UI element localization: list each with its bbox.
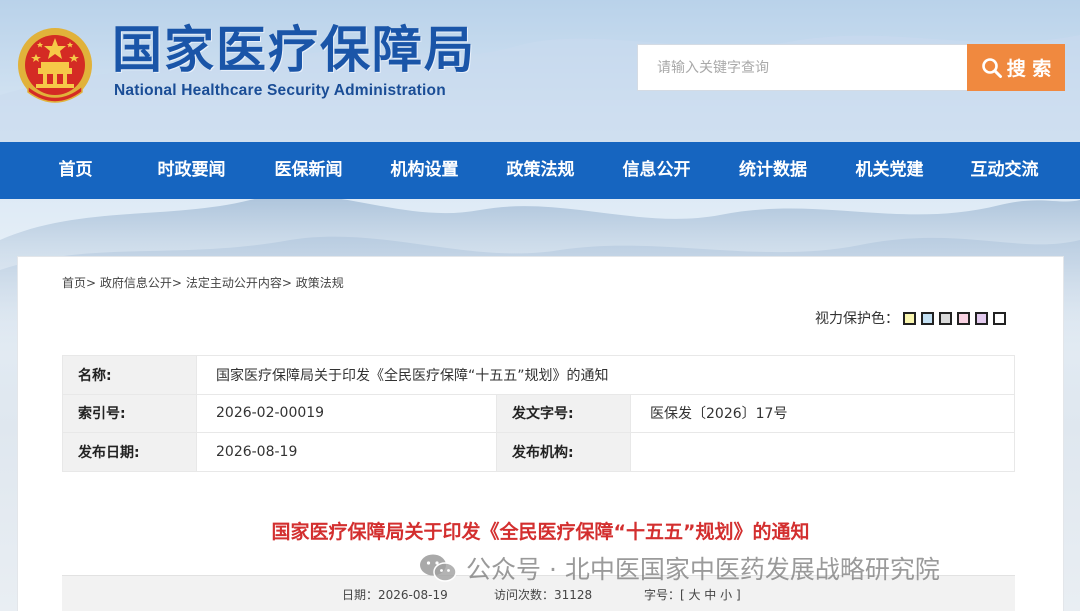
nav-item-info-disclosure[interactable]: 信息公开 (617, 142, 696, 199)
color-swatches (903, 311, 1006, 325)
info-date: 日期：2026-08-19 (342, 588, 448, 602)
watermark: 公众号 · 北中医国家中医药发展战略研究院 (418, 550, 940, 586)
breadcrumb-item[interactable]: 政策法规 (296, 276, 344, 290)
content-panel: 首页> 政府信息公开> 法定主动公开内容> 政策法规 视力保护色： 名称: 国家… (17, 256, 1064, 611)
breadcrumb-item[interactable]: 首页 (62, 276, 86, 290)
search-button[interactable]: 搜 索 (967, 44, 1065, 91)
nav-item-interaction[interactable]: 互动交流 (929, 142, 1080, 199)
document-meta-table: 名称: 国家医疗保障局关于印发《全民医疗保障“十五五”规划》的通知 索引号: 2… (62, 355, 1015, 472)
nav-item-party-building[interactable]: 机关党建 (850, 142, 929, 199)
nav-item-organization[interactable]: 机构设置 (385, 142, 464, 199)
name-value: 国家医疗保障局关于印发《全民医疗保障“十五五”规划》的通知 (196, 355, 1015, 395)
date-value: 2026-08-19 (196, 432, 497, 472)
table-row: 发布日期: 2026-08-19 发布机构: (62, 432, 1015, 472)
info-visits: 访问次数：31128 (494, 588, 593, 602)
org-label: 发布机构: (496, 432, 631, 472)
swatch-gray[interactable] (939, 311, 952, 325)
nav-item-statistics[interactable]: 统计数据 (696, 142, 850, 199)
nav-item-current-affairs[interactable]: 时政要闻 (151, 142, 232, 199)
breadcrumb-separator: > (171, 276, 182, 290)
docno-value: 医保发〔2026〕17号 (630, 393, 1015, 433)
table-row: 名称: 国家医疗保障局关于印发《全民医疗保障“十五五”规划》的通知 (62, 355, 1015, 395)
search-button-label: 搜 索 (1006, 58, 1052, 80)
vision-protection-label: 视力保护色： (815, 311, 899, 327)
national-emblem-icon[interactable] (16, 24, 94, 106)
document-title: 国家医疗保障局关于印发《全民医疗保障“十五五”规划》的通知 (271, 521, 810, 543)
breadcrumb-separator: > (281, 276, 292, 290)
site-title[interactable]: 国家医疗保障局 (112, 20, 476, 80)
docno-label: 发文字号: (496, 393, 631, 433)
watermark-text: 公众号 · 北中医国家中医药发展战略研究院 (466, 555, 940, 584)
swatch-blue[interactable] (921, 311, 934, 325)
nav-item-home[interactable]: 首页 (0, 142, 151, 199)
index-value: 2026-02-00019 (196, 393, 497, 433)
site-header: 国家医疗保障局 National Healthcare Security Adm… (0, 0, 1080, 142)
breadcrumb-separator: > (86, 276, 97, 290)
nav-item-healthcare-news[interactable]: 医保新闻 (232, 142, 385, 199)
main-nav: 首页 时政要闻 医保新闻 机构设置 政策法规 信息公开 统计数据 机关党建 互动… (0, 142, 1080, 199)
vision-protection: 视力保护色： (815, 308, 1006, 328)
wechat-icon (420, 554, 457, 582)
search-input[interactable] (637, 44, 967, 91)
breadcrumb-item[interactable]: 法定主动公开内容 (186, 276, 282, 290)
site-subtitle: National Healthcare Security Administrat… (114, 82, 446, 99)
swatch-yellow[interactable] (903, 311, 916, 325)
breadcrumb: 首页> 政府信息公开> 法定主动公开内容> 政策法规 (62, 274, 344, 291)
swatch-purple[interactable] (975, 311, 988, 325)
swatch-white[interactable] (993, 311, 1006, 325)
nav-item-policies[interactable]: 政策法规 (464, 142, 617, 199)
index-label: 索引号: (62, 393, 197, 433)
breadcrumb-item[interactable]: 政府信息公开 (100, 276, 172, 290)
search-icon (981, 57, 1002, 78)
table-row: 索引号: 2026-02-00019 发文字号: 医保发〔2026〕17号 (62, 393, 1015, 433)
date-label: 发布日期: (62, 432, 197, 472)
org-value (630, 432, 1015, 472)
name-label: 名称: (62, 355, 197, 395)
info-font-size[interactable]: 字号：[ 大 中 小 ] (644, 586, 741, 603)
swatch-pink[interactable] (957, 311, 970, 325)
